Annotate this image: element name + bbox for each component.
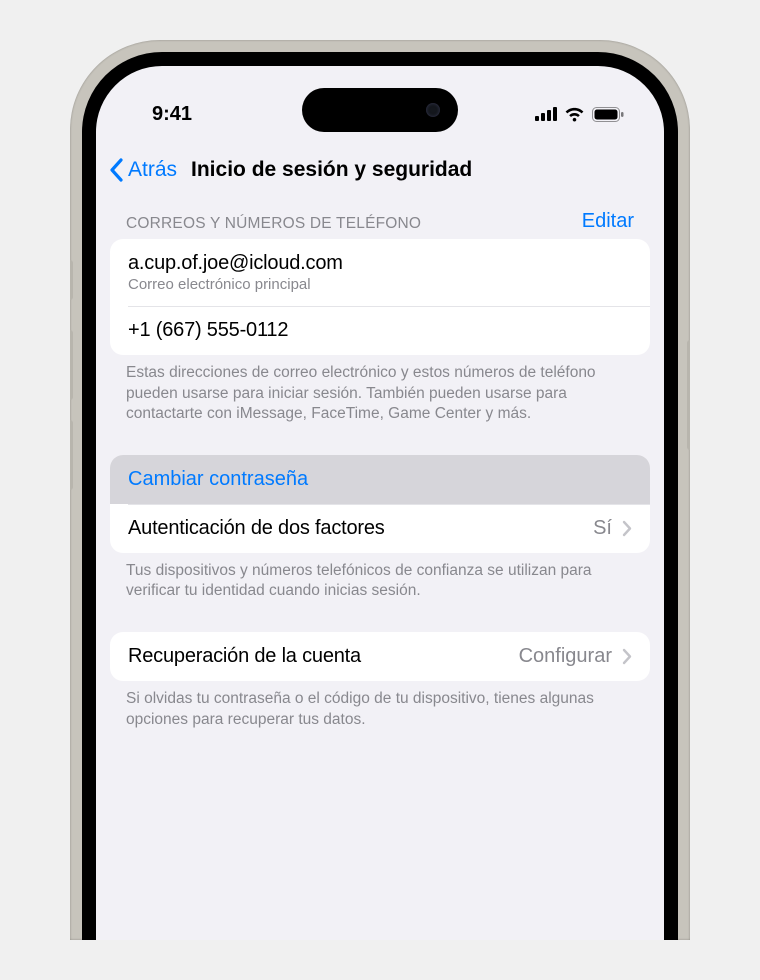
chevron-right-icon <box>622 520 632 537</box>
email-value: a.cup.of.joe@icloud.com <box>128 252 632 275</box>
section-label: CORREOS Y NÚMEROS DE TELÉFONO <box>126 215 421 233</box>
recovery-value-wrap: Configurar <box>519 645 632 668</box>
two-factor-value-wrap: Sí <box>593 517 632 540</box>
status-icons <box>535 107 624 122</box>
volume-up-button <box>70 330 73 400</box>
dynamic-island <box>302 88 458 132</box>
back-button[interactable]: Atrás <box>108 158 177 182</box>
security-section: Cambiar contraseña Autenticación de dos … <box>96 455 664 602</box>
change-password-row[interactable]: Cambiar contraseña <box>110 455 650 504</box>
recovery-value: Configurar <box>519 645 612 668</box>
email-row[interactable]: a.cup.of.joe@icloud.com Correo electróni… <box>110 239 650 306</box>
change-password-label: Cambiar contraseña <box>128 468 632 491</box>
phone-row[interactable]: +1 (667) 555-0112 <box>110 306 650 355</box>
nav-title: Inicio de sesión y seguridad <box>191 158 472 182</box>
edit-button[interactable]: Editar <box>582 210 634 233</box>
two-factor-footer: Tus dispositivos y números telefónicos d… <box>96 553 664 602</box>
chevron-left-icon <box>108 158 124 182</box>
nav-bar: Atrás Inicio de sesión y seguridad <box>96 148 664 194</box>
recovery-label: Recuperación de la cuenta <box>128 645 361 668</box>
two-factor-label: Autenticación de dos factores <box>128 517 385 540</box>
phone-bezel: 9:41 <box>82 52 678 940</box>
recovery-row[interactable]: Recuperación de la cuenta Configurar <box>110 632 650 681</box>
power-button <box>687 340 690 450</box>
screen: 9:41 <box>96 66 664 940</box>
email-sub: Correo electrónico principal <box>128 276 632 293</box>
wifi-icon <box>564 107 585 122</box>
camera-icon <box>426 103 440 117</box>
chevron-right-icon <box>622 648 632 665</box>
phone-value: +1 (667) 555-0112 <box>128 319 632 342</box>
security-group: Cambiar contraseña Autenticación de dos … <box>110 455 650 553</box>
two-factor-row[interactable]: Autenticación de dos factores Sí <box>110 504 650 553</box>
recovery-group: Recuperación de la cuenta Configurar <box>110 632 650 681</box>
status-time: 9:41 <box>152 103 192 126</box>
content: Atrás Inicio de sesión y seguridad CORRE… <box>96 66 664 940</box>
contacts-footer: Estas direcciones de correo electrónico … <box>96 355 664 425</box>
recovery-section: Recuperación de la cuenta Configurar Si … <box>96 632 664 730</box>
contacts-group: a.cup.of.joe@icloud.com Correo electróni… <box>110 239 650 355</box>
section-header: CORREOS Y NÚMEROS DE TELÉFONO Editar <box>96 210 664 239</box>
phone-frame: 9:41 <box>70 40 690 940</box>
volume-down-button <box>70 420 73 490</box>
side-button <box>70 260 73 300</box>
two-factor-value: Sí <box>593 517 612 540</box>
back-label: Atrás <box>128 158 177 182</box>
recovery-footer: Si olvidas tu contraseña o el código de … <box>96 681 664 730</box>
contacts-section: CORREOS Y NÚMEROS DE TELÉFONO Editar a.c… <box>96 210 664 425</box>
battery-icon <box>592 107 624 122</box>
cellular-icon <box>535 107 557 121</box>
